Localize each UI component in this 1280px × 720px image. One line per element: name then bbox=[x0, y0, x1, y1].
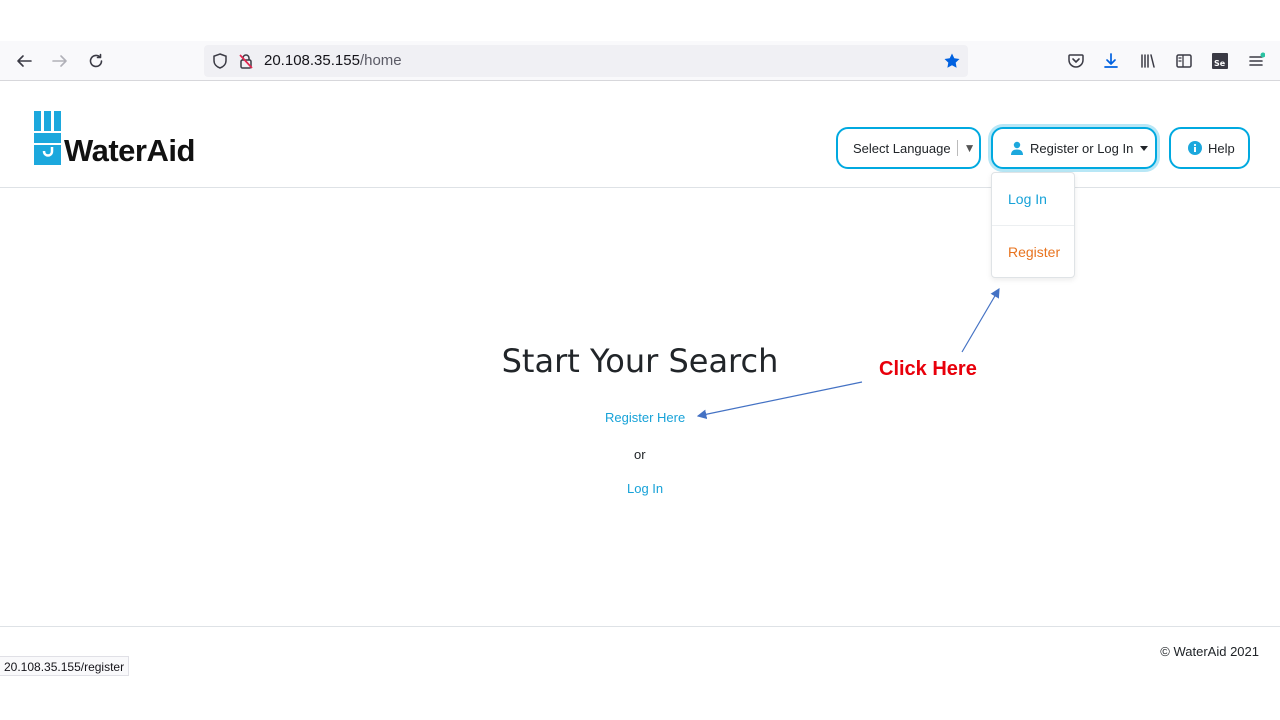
help-label: Help bbox=[1208, 140, 1235, 156]
select-language-label: Select Language bbox=[853, 140, 951, 156]
selenium-icon[interactable]: Se bbox=[1208, 49, 1232, 73]
triangle-down-icon: ▼ bbox=[963, 141, 976, 155]
url-text: 20.108.35.155/home bbox=[264, 52, 402, 69]
address-bar[interactable]: 20.108.35.155/home bbox=[204, 45, 968, 77]
register-here-link[interactable]: Register Here bbox=[605, 410, 685, 425]
info-icon bbox=[1188, 141, 1202, 155]
dropdown-divider bbox=[992, 225, 1074, 226]
click-here-callout: Click Here bbox=[879, 358, 977, 380]
dropdown-login-link[interactable]: Log In bbox=[1008, 191, 1047, 207]
browser-toolbar: 20.108.35.155/home Se bbox=[0, 41, 1280, 81]
insecure-lock-icon[interactable] bbox=[234, 49, 258, 73]
forward-icon[interactable] bbox=[48, 49, 72, 73]
url-path: /home bbox=[359, 52, 402, 69]
dropdown-register-link[interactable]: Register bbox=[1008, 244, 1060, 260]
download-icon[interactable] bbox=[1099, 49, 1123, 73]
copyright-text: © WaterAid 2021 bbox=[1160, 644, 1259, 659]
register-or-login-label: Register or Log In bbox=[1030, 140, 1134, 156]
status-url: 20.108.35.155/register bbox=[0, 656, 130, 676]
shield-icon[interactable] bbox=[208, 49, 232, 73]
login-link[interactable]: Log In bbox=[627, 481, 663, 496]
user-icon bbox=[1011, 141, 1023, 155]
register-or-login-button[interactable]: Register or Log In bbox=[991, 127, 1157, 169]
page-title: Start Your Search bbox=[501, 342, 779, 380]
footer-divider bbox=[0, 626, 1280, 627]
select-language-dropdown[interactable]: Select Language ▼ bbox=[836, 127, 981, 169]
pocket-icon[interactable] bbox=[1064, 49, 1088, 73]
sidebar-icon[interactable] bbox=[1172, 49, 1196, 73]
reload-icon[interactable] bbox=[84, 49, 108, 73]
or-text: or bbox=[634, 447, 646, 462]
caret-down-icon bbox=[1140, 145, 1149, 151]
library-icon[interactable] bbox=[1136, 49, 1160, 73]
logo-text: WaterAid bbox=[64, 133, 195, 168]
menu-icon[interactable] bbox=[1244, 49, 1268, 73]
auth-dropdown-menu: Log In Register bbox=[991, 172, 1075, 278]
divider bbox=[956, 140, 958, 156]
arrow-to-register-link bbox=[696, 381, 863, 419]
site-header: WaterAid Select Language ▼ Register or L… bbox=[0, 81, 1280, 188]
url-host: 20.108.35.155 bbox=[264, 52, 360, 69]
back-icon[interactable] bbox=[12, 49, 36, 73]
help-button[interactable]: Help bbox=[1169, 127, 1250, 169]
bookmark-star-icon[interactable] bbox=[940, 49, 964, 73]
svg-text:Se: Se bbox=[1214, 59, 1226, 68]
